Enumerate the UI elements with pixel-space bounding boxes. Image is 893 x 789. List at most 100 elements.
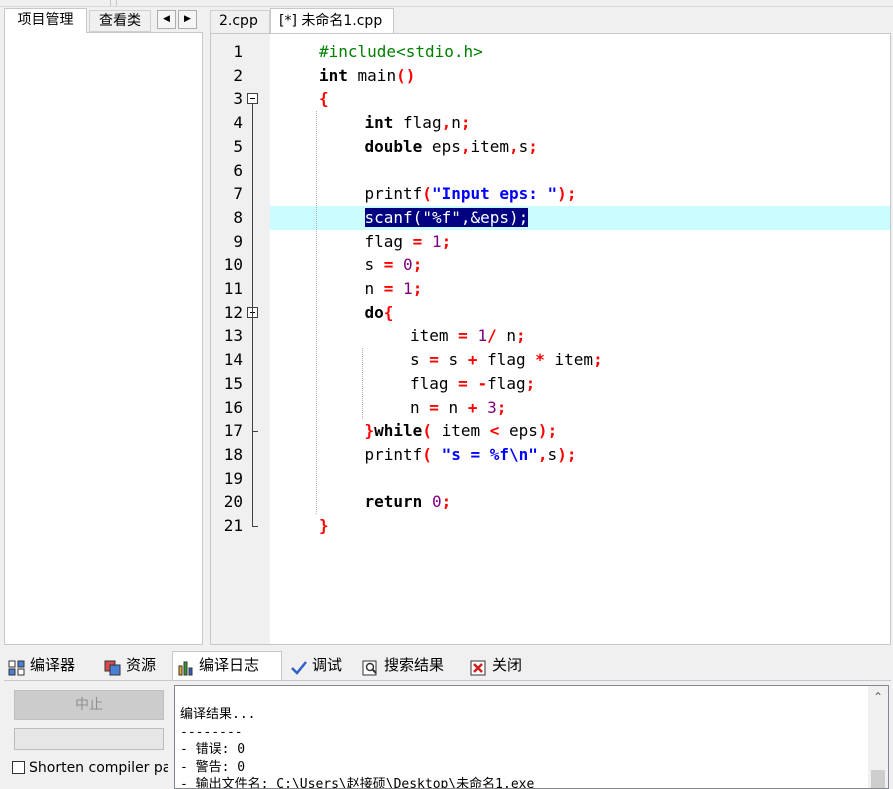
code-token: } [364,421,375,441]
code-line[interactable]: printf( "s = %f\n",s); [365,443,577,467]
code-token: ; [593,350,603,370]
shorten-paths-checkbox-row[interactable]: Shorten compiler paths [12,758,168,778]
code-token: ) [537,421,548,441]
compile-log-panel: 中止 Shorten compiler paths 编译结果... -------… [4,680,891,789]
scrollbar-thumb[interactable] [871,770,885,788]
code-token: = [429,397,439,417]
bottom-tab-label: 资源 [126,656,157,674]
code-token: printf [364,444,423,464]
code-token: ) [509,207,519,227]
tab-scroll-right-button[interactable]: ▶ [178,10,197,29]
code-line[interactable]: #include<stdio.h> [319,40,483,64]
stop-button[interactable]: 中止 [14,690,164,720]
line-number: 20 [223,492,243,512]
code-token: printf [364,184,423,204]
code-token: 1 [403,279,413,298]
line-number: 4 [233,113,243,133]
log-vertical-scrollbar[interactable]: ⌃ [868,686,888,788]
tab-class-browser[interactable]: 查看类 [89,10,151,32]
code-token: ; [516,326,526,346]
code-token: + [467,350,478,370]
code-line[interactable]: n = n + 3; [410,396,506,420]
line-number: 19 [223,468,243,488]
code-token: 0 [403,255,413,275]
code-line[interactable]: s = 0; [365,253,423,277]
code-line[interactable]: s = s + flag * item; [410,348,603,372]
code-token: ; [441,492,452,512]
project-tree-panel[interactable] [4,32,203,645]
line-number: 18 [223,444,243,464]
fold-collapse-icon[interactable] [247,93,258,105]
code-token: = [458,326,468,346]
line-number: 21 [223,516,243,535]
code-line[interactable]: }while( item < eps); [365,419,558,443]
tab-resources[interactable]: 资源 [100,652,172,679]
code-line[interactable]: flag = 1; [365,230,452,254]
code-token: ; [496,397,507,417]
code-line[interactable]: flag = -flag; [410,372,535,396]
tab-grid[interactable]: 编译器 [4,652,94,679]
code-token: , [441,113,452,133]
bottom-tab-label: 关闭 [492,656,523,674]
code-token: 1 [477,326,488,346]
log-line: - 警告: 0 [180,759,246,775]
code-line[interactable]: int main() [319,64,415,88]
code-token: eps [499,421,538,441]
tab-close[interactable]: 关闭 [466,652,538,679]
code-line[interactable]: int flag,n; [365,111,471,135]
code-token: = [383,279,394,298]
code-line[interactable]: scanf("%f",&eps); [364,206,529,230]
tab-file-unnamed1[interactable]: [*] 未命名1.cpp [270,8,394,33]
code-token: ( [422,421,432,441]
code-line[interactable]: } [319,514,329,538]
line-number: 8 [233,207,243,227]
tab-file-2cpp[interactable]: 2.cpp [210,10,270,33]
code-token: ) [557,184,567,204]
code-token: ; [566,184,577,204]
code-token: , [537,444,548,464]
code-token: flag [477,350,536,370]
code-token: ; [518,207,529,227]
shorten-paths-checkbox[interactable] [12,760,25,774]
tab-project-manager[interactable]: 项目管理 [4,8,87,33]
bottom-panel-tabs: 编译器 资源 编译日志 调试 搜索结果 关闭 [4,651,891,680]
line-number: 3 [233,89,243,109]
code-token: "Input eps: " [431,184,558,204]
code-token: ; [525,373,536,393]
code-token: item [544,350,594,370]
line-number: 10 [223,255,243,275]
log-line: 编译结果... [180,707,256,722]
tab-bar-chart[interactable]: 编译日志 [172,651,282,680]
scroll-up-arrow-icon[interactable]: ⌃ [868,686,888,706]
code-line[interactable]: item = 1/ n; [410,324,526,348]
tab-checkmark[interactable]: 调试 [286,652,356,679]
code-line[interactable]: return 0; [365,490,452,514]
bottom-tab-label: 搜索结果 [384,656,445,674]
code-line[interactable]: double eps,item,s; [365,135,538,159]
code-token: 3 [487,397,497,417]
line-number: 15 [223,373,243,393]
line-number: 12 [223,302,243,322]
code-token: ( [422,444,432,464]
code-editor[interactable]: 1 2 3 4 5 6 7 8 9 10 11 12 13 14 15 16 17 18 19 20 21 #inclu… [210,33,891,645]
tab-search[interactable]: 搜索结果 [358,652,464,679]
compile-progress-bar [14,728,164,750]
code-line[interactable]: n = 1; [365,277,423,301]
tab-scroll-left-button[interactable]: ◀ [157,10,176,29]
code-line[interactable]: { [319,87,329,111]
close-icon [470,658,488,675]
code-line[interactable]: do{ [365,301,394,325]
line-number: 14 [223,350,243,370]
code-token: - [477,373,488,393]
line-number: 17 [223,421,243,441]
code-token: item [410,326,459,346]
line-number: 9 [233,231,243,251]
code-token: main [347,65,397,85]
log-line: - 错误: 0 [180,742,246,757]
code-line[interactable]: printf("Input eps: "); [365,182,577,206]
code-token: ; [412,255,423,275]
code-token: () [396,65,416,85]
compile-log-textarea[interactable]: 编译结果... -------- - 错误: 0 - 警告: 0 - 输出文件名: C:… [174,685,889,789]
code-token: ; [460,113,471,133]
